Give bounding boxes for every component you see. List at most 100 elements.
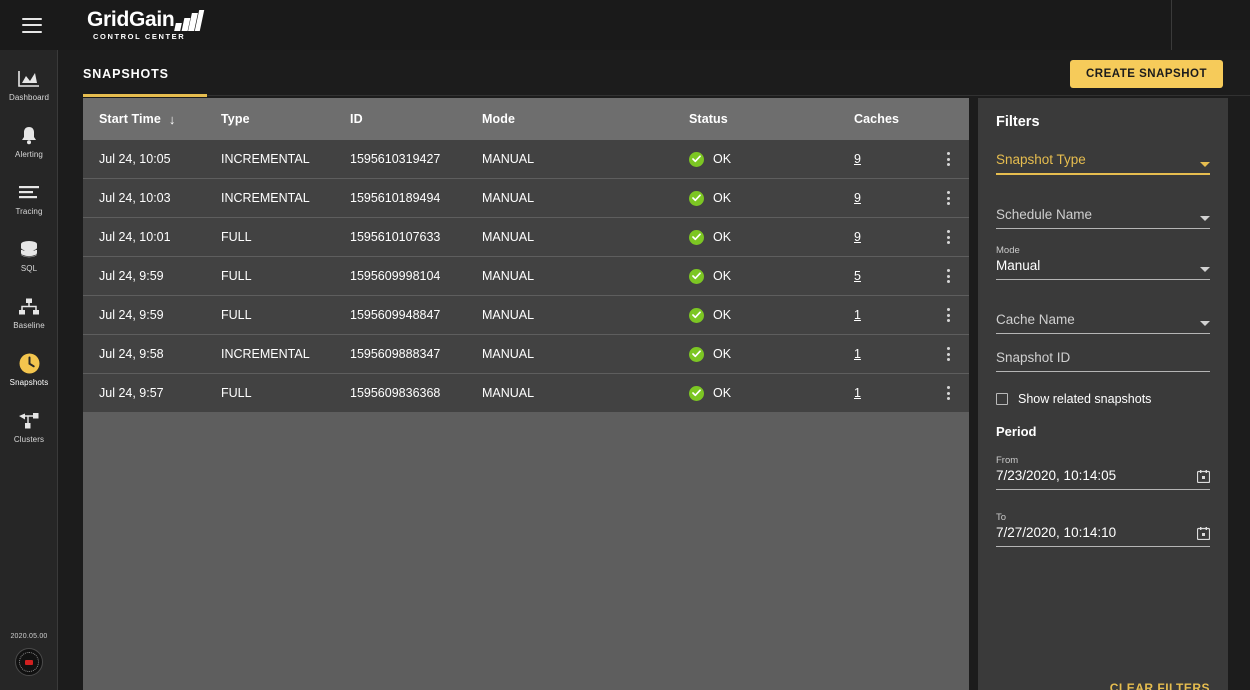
filter-snapshot-id[interactable]: Snapshot ID xyxy=(996,350,1210,372)
column-header-id[interactable]: ID xyxy=(350,112,482,126)
lines-icon xyxy=(19,182,39,204)
version-label: 2020.05.00 xyxy=(10,633,48,640)
filter-show-related-row[interactable]: Show related snapshots xyxy=(996,392,1210,406)
filters-title: Filters xyxy=(996,114,1040,130)
column-header-status[interactable]: Status xyxy=(689,112,854,126)
cell-status: OK xyxy=(689,229,854,245)
top-bar: GridGain CONTROL CENTER xyxy=(0,0,1250,50)
check-circle-icon xyxy=(689,229,704,245)
cell-status: OK xyxy=(689,151,854,167)
table-row[interactable]: Jul 24, 10:05 INCREMENTAL 1595610319427 MAN… xyxy=(83,140,969,179)
filter-mode-value: Manual xyxy=(996,258,1041,273)
show-related-label: Show related snapshots xyxy=(1018,392,1152,406)
filter-period-from[interactable]: From 7/23/2020, 10:14:05 xyxy=(996,455,1211,490)
tab-snapshots[interactable]: SNAPSHOTS xyxy=(83,50,169,98)
sidebar-item-baseline[interactable]: Baseline xyxy=(0,288,58,337)
clear-filters-button[interactable]: CLEAR FILTERS xyxy=(1110,681,1210,690)
cell-status: OK xyxy=(689,307,854,323)
table-row[interactable]: Jul 24, 10:01 FULL 1595610107633 MANUAL OK 9 xyxy=(83,218,969,257)
chevron-down-icon[interactable] xyxy=(1200,321,1210,326)
cell-type: FULL xyxy=(221,386,252,400)
cell-type: FULL xyxy=(221,308,252,322)
column-header-caches[interactable]: Caches xyxy=(854,112,927,126)
filter-snapshot-type-value: Snapshot Type xyxy=(996,152,1086,167)
sidebar-item-alerting[interactable]: Alerting xyxy=(0,117,58,166)
dashboard-icon xyxy=(18,68,40,90)
caches-link[interactable]: 9 xyxy=(854,230,861,244)
sidebar-label: Snapshots xyxy=(9,377,49,387)
cell-caches: 9 xyxy=(854,230,927,244)
cell-status: OK xyxy=(689,268,854,284)
create-snapshot-button[interactable]: CREATE SNAPSHOT xyxy=(1069,60,1223,88)
table-row[interactable]: Jul 24, 10:03 INCREMENTAL 1595610189494 MAN… xyxy=(83,179,969,218)
cell-actions xyxy=(927,384,969,402)
column-header-start-time[interactable]: Start Time ↓ xyxy=(83,112,221,126)
topology-icon xyxy=(18,296,40,318)
check-circle-icon xyxy=(689,268,704,284)
chevron-down-icon[interactable] xyxy=(1200,162,1210,167)
filter-mode-label: Mode xyxy=(996,245,1020,256)
table-row[interactable]: Jul 24, 9:59 FULL 1595609948847 MANUAL OK 1 xyxy=(83,296,969,335)
caches-link[interactable]: 9 xyxy=(854,152,861,166)
hamburger-icon[interactable] xyxy=(22,17,42,33)
cell-status: OK xyxy=(689,346,854,362)
kebab-menu-icon[interactable] xyxy=(940,150,956,168)
caches-link[interactable]: 5 xyxy=(854,269,861,283)
sidebar-item-tracing[interactable]: Tracing xyxy=(0,174,58,223)
caches-link[interactable]: 1 xyxy=(854,347,861,361)
status-label: OK xyxy=(713,269,732,283)
caches-link[interactable]: 1 xyxy=(854,308,861,322)
brand-name: GridGain xyxy=(87,8,175,31)
snapshots-table: Start Time ↓ Type ID Mode Status Caches … xyxy=(83,98,969,690)
cell-actions xyxy=(927,267,969,285)
sidebar: Dashboard Alerting Tracing SQL Baseline … xyxy=(0,50,58,690)
cell-start-time: Jul 24, 9:57 xyxy=(99,386,164,400)
chevron-down-icon[interactable] xyxy=(1200,216,1210,221)
filter-snapshot-type[interactable]: Snapshot Type xyxy=(996,152,1210,175)
column-header-mode[interactable]: Mode xyxy=(482,112,689,126)
calendar-icon[interactable] xyxy=(1196,470,1211,484)
table-row[interactable]: Jul 24, 9:58 INCREMENTAL 1595609888347 MANU… xyxy=(83,335,969,374)
tab-active-indicator xyxy=(83,94,207,97)
caches-link[interactable]: 9 xyxy=(854,191,861,205)
cell-type: INCREMENTAL xyxy=(221,191,310,205)
chevron-down-icon[interactable] xyxy=(1200,267,1210,272)
status-label: OK xyxy=(713,347,732,361)
database-icon xyxy=(19,239,39,261)
caches-link[interactable]: 1 xyxy=(854,386,861,400)
sidebar-item-sql[interactable]: SQL xyxy=(0,231,58,280)
cell-mode: MANUAL xyxy=(482,386,535,400)
kebab-menu-icon[interactable] xyxy=(940,189,956,207)
sidebar-item-clusters[interactable]: Clusters xyxy=(0,402,58,451)
kebab-menu-icon[interactable] xyxy=(940,267,956,285)
cell-caches: 1 xyxy=(854,386,927,400)
cell-actions xyxy=(927,189,969,207)
sidebar-item-dashboard[interactable]: Dashboard xyxy=(0,60,58,109)
filter-period-to[interactable]: To 7/27/2020, 10:14:10 xyxy=(996,512,1211,547)
cell-actions xyxy=(927,228,969,246)
table-row[interactable]: Jul 24, 9:57 FULL 1595609836368 MANUAL OK 1 xyxy=(83,374,969,413)
filter-schedule-name[interactable]: Schedule Name xyxy=(996,207,1210,229)
kebab-menu-icon[interactable] xyxy=(940,306,956,324)
calendar-icon[interactable] xyxy=(1196,527,1211,541)
show-related-checkbox[interactable] xyxy=(996,393,1008,405)
brand-logo: GridGain CONTROL CENTER xyxy=(87,8,205,41)
cell-mode: MANUAL xyxy=(482,152,535,166)
cell-caches: 1 xyxy=(854,347,927,361)
filter-cache-name[interactable]: Cache Name xyxy=(996,312,1210,334)
table-row[interactable]: Jul 24, 9:59 FULL 1595609998104 MANUAL OK 5 xyxy=(83,257,969,296)
kebab-menu-icon[interactable] xyxy=(940,228,956,246)
cell-caches: 9 xyxy=(854,191,927,205)
cell-start-time: Jul 24, 9:58 xyxy=(99,347,164,361)
cell-mode: MANUAL xyxy=(482,269,535,283)
kebab-menu-icon[interactable] xyxy=(940,345,956,363)
check-circle-icon xyxy=(689,307,704,323)
cell-caches: 9 xyxy=(854,152,927,166)
cell-type: FULL xyxy=(221,230,252,244)
kebab-menu-icon[interactable] xyxy=(940,384,956,402)
sidebar-item-snapshots[interactable]: Snapshots xyxy=(0,345,58,394)
cell-id: 1595609836368 xyxy=(350,386,441,400)
column-header-type[interactable]: Type xyxy=(221,112,350,126)
cell-mode: MANUAL xyxy=(482,230,535,244)
filter-mode[interactable]: Mode Manual xyxy=(996,245,1210,280)
